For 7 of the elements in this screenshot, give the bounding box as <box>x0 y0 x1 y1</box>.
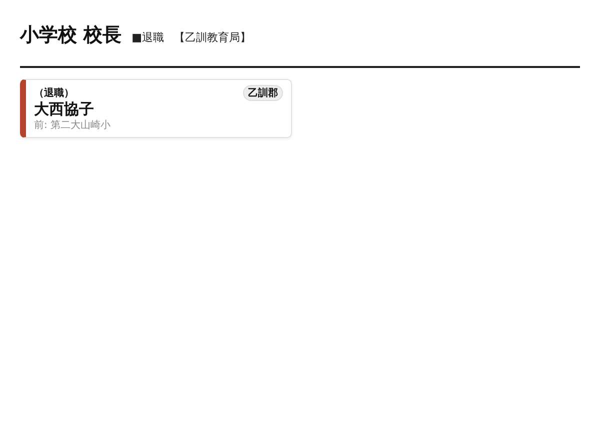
status-note: （退職） <box>34 86 74 100</box>
page-title: 小学校 校長 <box>20 23 122 48</box>
office-label: 【乙訓教育局】 <box>174 30 252 45</box>
previous-school: 前: 第二大山崎小 <box>34 118 112 132</box>
person-name: 大西協子 <box>34 101 95 118</box>
district-tag: 乙訓郡 <box>243 85 283 101</box>
status-label: ■退職 <box>132 30 164 45</box>
